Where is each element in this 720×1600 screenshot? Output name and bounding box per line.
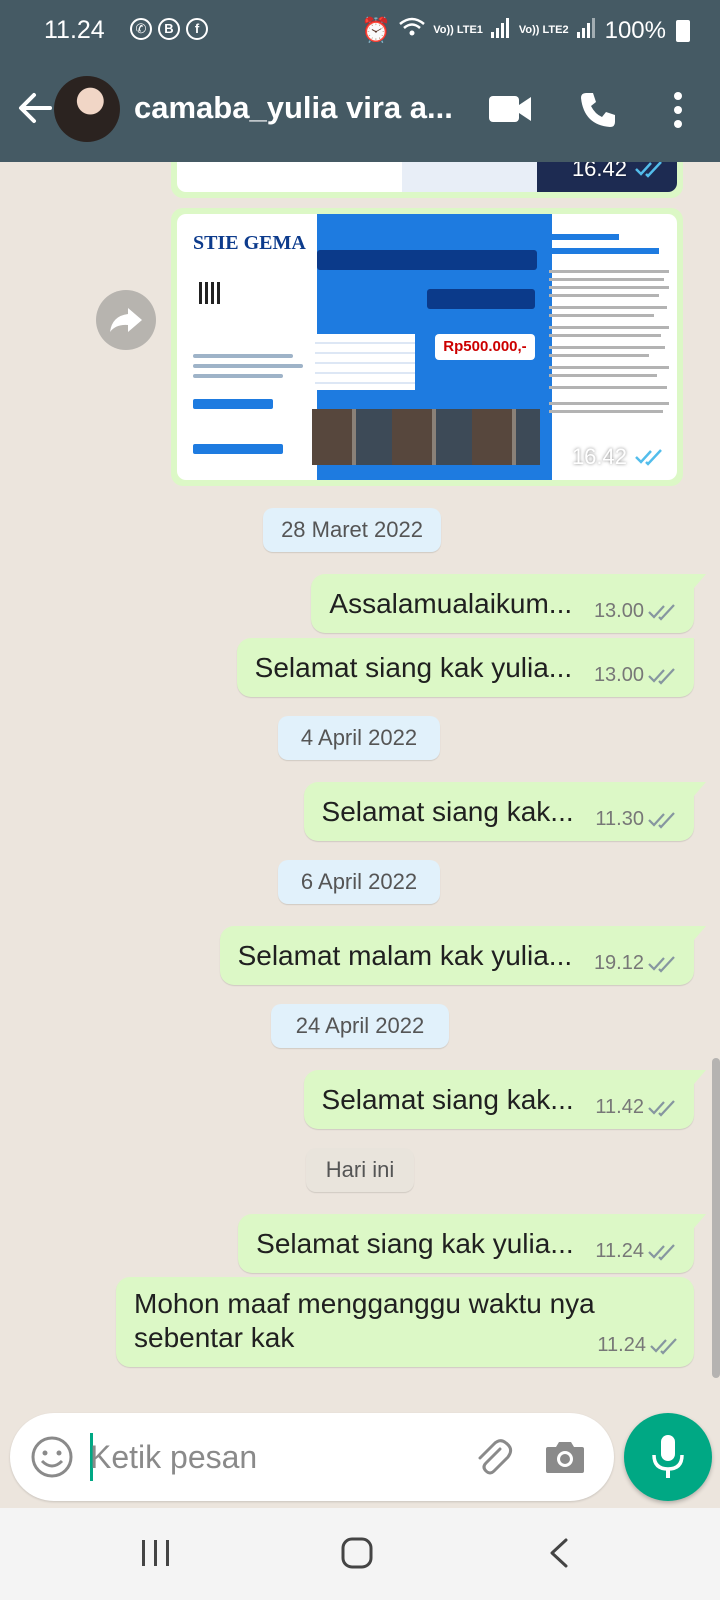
message-meta: 11.24	[597, 1334, 678, 1357]
date-separator: 24 April 2022	[271, 1004, 449, 1048]
contact-avatar[interactable]	[54, 76, 120, 142]
image-message[interactable]: STIE GEMA Rp500.000,- 16.42	[171, 208, 683, 486]
message-time: 11.42	[595, 1096, 644, 1118]
outgoing-message[interactable]: Assalamualaikum... 13.00	[311, 574, 706, 633]
image-thumbnail[interactable]: 16.42	[177, 162, 677, 192]
poster-banner	[317, 250, 537, 270]
bbm-notification-icon: B	[158, 18, 180, 40]
message-meta: 19.12	[594, 952, 676, 975]
poster-qr-code	[199, 282, 221, 304]
whatsapp-notification-icon: ✆	[130, 18, 152, 40]
message-meta: 11.30	[595, 808, 676, 831]
more-options-icon[interactable]	[660, 88, 696, 132]
outgoing-message[interactable]: Selamat malam kak yulia... 19.12	[219, 926, 707, 985]
system-navigation-bar	[0, 1508, 720, 1600]
date-separator: 4 April 2022	[278, 716, 440, 760]
message-time: 11.24	[597, 1334, 646, 1356]
chat-header: camaba_yulia vira a...	[0, 62, 720, 162]
message-time: 11.30	[595, 808, 644, 830]
signal-1-icon	[490, 16, 511, 45]
home-icon[interactable]	[340, 1536, 374, 1570]
message-text: Mohon maaf mengganggu waktu nya sebentar…	[134, 1288, 595, 1353]
status-time: 11.24	[44, 16, 105, 44]
delivered-check-icon	[648, 811, 675, 829]
video-call-icon[interactable]	[488, 92, 532, 126]
delivered-check-icon	[648, 955, 675, 973]
image-timestamp: 16.42	[572, 162, 663, 182]
poster-photos	[312, 409, 540, 465]
poster-brand: STIE GEMA	[193, 232, 306, 254]
image-message[interactable]: 16.42	[171, 162, 683, 198]
message-meta: 11.42	[595, 1096, 676, 1119]
date-separator: Hari ini	[306, 1148, 414, 1192]
delivered-check-icon	[648, 1099, 675, 1117]
delivered-check-icon	[648, 1243, 675, 1261]
message-meta: 11.24	[595, 1240, 676, 1263]
message-text: Selamat siang kak yulia...	[256, 1227, 574, 1259]
network-1-label: Vo)) LTE1	[433, 24, 483, 36]
wifi-icon	[399, 16, 426, 45]
message-input[interactable]	[90, 1435, 460, 1479]
message-meta: 13.00	[594, 664, 676, 687]
forward-arrow-icon	[110, 308, 142, 332]
delivered-check-icon	[648, 603, 675, 621]
delivered-check-icon	[648, 667, 675, 685]
signal-2-icon	[576, 16, 597, 45]
message-meta: 13.00	[594, 600, 676, 623]
message-text: Selamat siang kak...	[321, 795, 574, 827]
microphone-icon	[648, 1433, 688, 1481]
read-receipt-icon	[635, 449, 662, 466]
camera-icon[interactable]	[544, 1437, 586, 1477]
forward-button[interactable]	[96, 290, 156, 350]
chat-scrollbar[interactable]	[712, 1058, 720, 1378]
battery-percent: 100%	[604, 16, 666, 44]
image-thumbnail[interactable]: STIE GEMA Rp500.000,- 16.42	[177, 214, 677, 480]
outgoing-message[interactable]: Selamat siang kak yulia... 13.00	[236, 638, 694, 697]
back-arrow-icon[interactable]	[14, 88, 54, 128]
message-time: 19.12	[593, 952, 644, 974]
attachment-icon[interactable]	[470, 1435, 514, 1479]
outgoing-message[interactable]: Selamat siang kak... 11.42	[303, 1070, 707, 1129]
outgoing-message[interactable]: Selamat siang kak yulia... 11.24	[238, 1214, 706, 1273]
network-2-label: Vo)) LTE2	[518, 24, 569, 36]
message-composer	[10, 1413, 614, 1501]
poster-table	[315, 334, 415, 390]
outgoing-message[interactable]: Selamat siang kak... 11.30	[303, 782, 707, 841]
message-text: Selamat malam kak yulia...	[237, 939, 573, 971]
notification-icons: ✆ B f	[130, 18, 208, 40]
delivered-check-icon	[650, 1337, 677, 1355]
message-text: Selamat siang kak yulia...	[254, 651, 573, 683]
system-indicators: ⏰ Vo)) LTE1 Vo)) LTE2 100%	[361, 16, 666, 45]
recent-apps-icon[interactable]	[138, 1536, 174, 1570]
chat-area[interactable]: 16.42 STIE GEMA Rp500.000,- 16.42 28 Mar…	[0, 162, 720, 1410]
alarm-icon: ⏰	[361, 17, 392, 44]
status-bar: 11.24 ✆ B f ⏰ Vo)) LTE1 Vo)) LTE2 100%	[0, 0, 720, 62]
emoji-icon[interactable]	[30, 1435, 74, 1479]
read-receipt-icon	[635, 162, 662, 178]
voice-call-icon[interactable]	[578, 90, 618, 130]
image-timestamp: 16.42	[572, 444, 663, 470]
voice-message-button[interactable]	[624, 1413, 712, 1501]
nav-back-icon[interactable]	[546, 1536, 572, 1570]
message-time: 11.24	[595, 1240, 644, 1262]
outgoing-message[interactable]: Mohon maaf mengganggu waktu nya sebentar…	[116, 1277, 694, 1367]
poster-price: Rp500.000,-	[435, 334, 535, 360]
facebook-notification-icon: f	[186, 18, 208, 40]
contact-name[interactable]: camaba_yulia vira a...	[134, 90, 464, 126]
battery-icon	[676, 20, 690, 42]
message-time: 13.00	[593, 664, 644, 686]
date-separator: 6 April 2022	[278, 860, 440, 904]
date-separator: 28 Maret 2022	[263, 508, 441, 552]
message-text: Selamat siang kak...	[321, 1083, 574, 1115]
poster-banner	[427, 289, 535, 309]
message-text: Assalamualaikum...	[329, 587, 573, 619]
message-time: 13.00	[593, 600, 644, 622]
